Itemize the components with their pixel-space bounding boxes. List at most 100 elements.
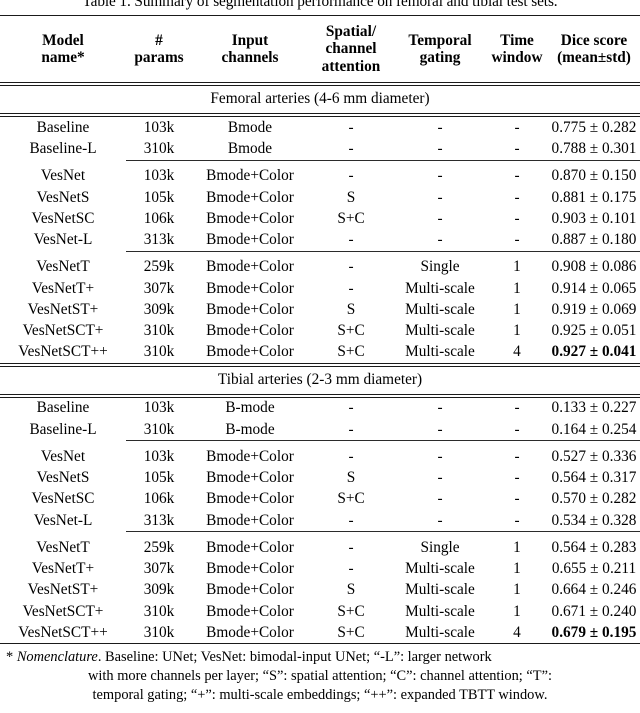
cell-attention: S+C <box>337 602 365 620</box>
cell-temporal: - <box>437 209 443 227</box>
cell-window: 4 <box>513 623 521 641</box>
cell-dice: 0.788 ± 0.301 <box>551 140 637 158</box>
cell-dice: 0.564 ± 0.283 <box>551 538 637 556</box>
cell-temporal: Multi-scale <box>405 581 475 599</box>
table-row: Baseline 103k Bmode - - - 0.775 ± 0.282 <box>0 117 640 139</box>
cell-params: 313k <box>143 511 175 529</box>
cell-model: Baseline-L <box>29 140 97 158</box>
cell-channels: Bmode+Color <box>206 469 294 487</box>
cell-dice: 0.903 ± 0.101 <box>551 209 637 227</box>
cell-temporal: Multi-scale <box>405 602 475 620</box>
cell-channels: Bmode+Color <box>206 231 294 249</box>
cell-window: 1 <box>513 538 521 556</box>
cell-temporal: - <box>437 399 443 417</box>
cell-model: VesNetT+ <box>31 560 95 578</box>
section-title: Tibial arteries (2-3 mm diameter) <box>217 370 423 388</box>
cell-params: 310k <box>143 322 175 340</box>
cell-channels: Bmode+Color <box>206 447 294 465</box>
table-row: VesNetSCT+ 310k Bmode+Color S+C Multi-scale 1… <box>0 320 640 341</box>
table-row: VesNetS 105k Bmode+Color S - - 0.881 ± 0.175 <box>0 187 640 208</box>
cell-model: VesNetSCT+ <box>22 602 104 620</box>
cell-model: VesNet-L <box>33 511 93 529</box>
cell-window: 1 <box>513 258 521 276</box>
cell-attention: S+C <box>337 343 365 361</box>
cell-params: 309k <box>143 581 175 599</box>
cell-dice: 0.534 ± 0.328 <box>551 511 637 529</box>
cell-attention: S <box>346 300 356 318</box>
cell-temporal: - <box>437 511 443 529</box>
cell-temporal: Multi-scale <box>405 343 475 361</box>
table-row: VesNetST+ 309k Bmode+Color S Multi-scale 1 0.9… <box>0 299 640 320</box>
cell-temporal: - <box>437 469 443 487</box>
footnote-term: Nomenclature <box>16 649 98 666</box>
cell-window: - <box>514 231 520 249</box>
cell-params: 309k <box>143 300 175 318</box>
column-header-line: attention <box>321 57 381 75</box>
cell-params: 259k <box>143 538 175 556</box>
cell-params: 103k <box>143 399 175 417</box>
cell-temporal: Single <box>420 538 460 556</box>
cell-channels: Bmode <box>227 140 273 158</box>
cell-channels: Bmode+Color <box>206 560 294 578</box>
cell-model: VesNetS <box>36 188 90 206</box>
cell-attention: - <box>348 167 354 185</box>
section-header-row: Femoral arteries (4-6 mm diameter) <box>0 86 640 114</box>
cell-window: - <box>514 140 520 158</box>
table-row: VesNetSC 106k Bmode+Color S+C - - 0.570 ± 0.28… <box>0 489 640 510</box>
cell-channels: Bmode+Color <box>206 258 294 276</box>
cell-attention: - <box>348 118 354 136</box>
cell-model: VesNetSCT++ <box>18 343 108 361</box>
cell-attention: S+C <box>337 209 365 227</box>
cell-attention: S+C <box>337 490 365 508</box>
cell-attention: - <box>348 399 354 417</box>
cell-params: 105k <box>143 469 175 487</box>
cell-window: 1 <box>513 279 521 297</box>
cell-window: 1 <box>513 560 521 578</box>
cell-dice: 0.870 ± 0.150 <box>551 167 637 185</box>
table-row: VesNet 103k Bmode+Color - - - 0.527 ± 0.336 <box>0 446 640 467</box>
cell-channels: B-mode <box>225 399 275 417</box>
cell-model: Baseline <box>36 399 90 417</box>
cell-attention: - <box>348 538 354 556</box>
cell-temporal: - <box>437 447 443 465</box>
column-header-line: Model <box>42 31 84 49</box>
cell-model: VesNet <box>40 447 86 465</box>
cell-dice: 0.775 ± 0.282 <box>551 118 637 136</box>
caption-container: Table 1. Summary of segmentation perform… <box>0 0 640 15</box>
cell-dice: 0.908 ± 0.086 <box>551 258 637 276</box>
table-row: VesNet-L 313k Bmode+Color - - - 0.887 ± 0.180 <box>0 229 640 251</box>
results-table: Model name* # params Input channels Spatial/ch… <box>0 15 640 645</box>
cell-channels: Bmode+Color <box>206 538 294 556</box>
column-header-line: params <box>134 49 184 67</box>
caption-text: Table 1. Summary of segmentation perform… <box>82 0 558 10</box>
cell-window: - <box>514 511 520 529</box>
cell-model: VesNetSCT+ <box>22 322 104 340</box>
table-row: VesNetT 259k Bmode+Color - Single 1 0.564 ± 0.… <box>0 537 640 558</box>
cell-temporal: - <box>437 490 443 508</box>
cell-params: 310k <box>143 140 175 158</box>
cell-temporal: Single <box>420 258 460 276</box>
cell-model: VesNet <box>40 167 86 185</box>
cell-attention: - <box>348 447 354 465</box>
cell-temporal: Multi-scale <box>405 279 475 297</box>
section-title: Femoral arteries (4-6 mm diameter) <box>210 90 430 108</box>
cell-channels: Bmode+Color <box>206 322 294 340</box>
cell-params: 307k <box>143 279 175 297</box>
footnote-line-2: with more channels per layer; “S”: spati… <box>88 668 552 685</box>
column-header-line: Spatial/ <box>325 23 377 40</box>
column-header-line: name* <box>41 49 85 67</box>
cell-temporal: - <box>437 188 443 206</box>
cell-dice: 0.881 ± 0.175 <box>551 188 637 206</box>
cell-channels: Bmode+Color <box>206 279 294 297</box>
cell-model: VesNetST+ <box>27 300 99 318</box>
cell-channels: Bmode+Color <box>206 581 294 599</box>
cell-params: 106k <box>143 490 175 508</box>
cell-model: VesNetST+ <box>27 581 99 599</box>
table-row: VesNetSCT++ 310k Bmode+Color S+C Multi-scale… <box>0 622 640 644</box>
cell-attention: - <box>348 420 354 438</box>
column-header-model: Model name* <box>0 16 126 83</box>
column-header-line: channel <box>325 40 377 58</box>
cell-temporal: - <box>437 420 443 438</box>
cell-params: 310k <box>143 602 175 620</box>
table-figure: Table 1. Summary of segmentation perform… <box>0 0 640 713</box>
